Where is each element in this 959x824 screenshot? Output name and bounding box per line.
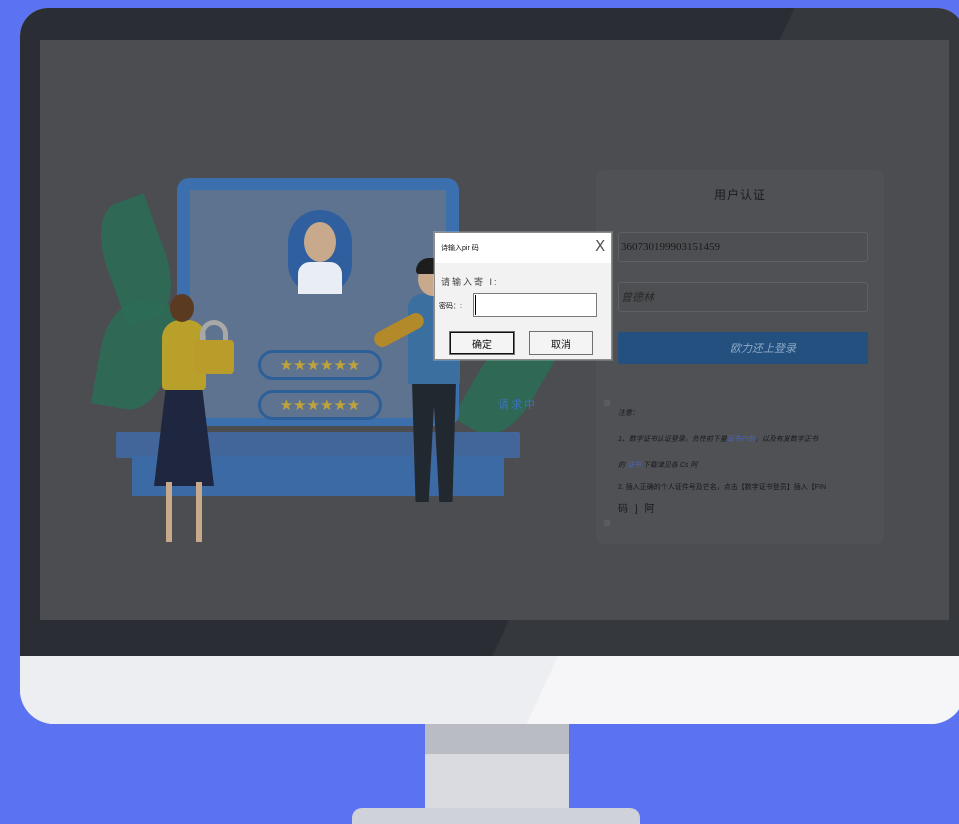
login-card: 用户认证 360730199903151459 曾德林 欧力还上登录 注意： 1… <box>596 170 884 544</box>
note-line-2: 的 证书 下载津见各 Cs 阿 <box>618 460 697 470</box>
cancel-button[interactable]: 取消 <box>529 331 593 355</box>
password-stars-icon: ★★★★★★ <box>258 350 382 380</box>
password-stars-icon: ★★★★★★ <box>258 390 382 420</box>
cert-login-button[interactable]: 欧力还上登录 <box>618 332 868 364</box>
note-text: 的 <box>618 462 625 469</box>
pin-dialog: 诗输入pir 码 X 请输入寄 I: 密码：: 确定 取消 <box>434 232 612 360</box>
monitor-base <box>352 808 640 824</box>
woman-figure-head <box>170 294 194 322</box>
ok-button[interactable]: 确定 <box>449 331 515 355</box>
bullet-marker <box>604 400 610 406</box>
note-text: ，以及有发数字正书 <box>754 436 818 443</box>
avatar-body <box>298 262 342 294</box>
avatar-face <box>304 222 336 262</box>
note-line-3: 2. 插入正确的个人证件号及芒名，点击【数字证书登员】插入【FIN <box>618 484 827 491</box>
dialog-title: 诗输入pir 码 <box>441 245 479 252</box>
monitor-chin-shade <box>20 656 959 724</box>
close-icon[interactable]: X <box>595 237 605 255</box>
note-text: 1、数字证书认证登录，负性前下量 <box>618 436 727 443</box>
cert-client-link[interactable]: 证书户的 <box>727 436 755 443</box>
idcard-field[interactable]: 360730199903151459 <box>618 232 868 262</box>
notes-title: 注意： <box>618 410 639 417</box>
dialog-prompt: 请输入寄 I: <box>441 277 499 287</box>
woman-figure-leg <box>166 482 172 542</box>
pin-password-input[interactable] <box>473 293 597 317</box>
woman-figure-leg <box>196 482 202 542</box>
name-field[interactable]: 曾德林 <box>618 282 868 312</box>
padlock-body-icon <box>194 340 234 374</box>
cert-link[interactable]: 证书 <box>627 462 641 469</box>
text-caret <box>475 295 476 315</box>
card-title: 用户认证 <box>713 188 766 202</box>
monitor-stand-shade <box>425 724 569 754</box>
note-line-4: 码 ] 阿 <box>618 504 657 515</box>
loading-status-text: 请求中 <box>498 399 537 411</box>
note-text: 下载津见各 Cs 阿 <box>642 462 698 469</box>
password-label: 密码：: <box>439 303 462 310</box>
note-line-1: 1、数字证书认证登录，负性前下量证书户的，以及有发数字正书 <box>618 434 818 444</box>
bullet-marker <box>604 520 610 526</box>
